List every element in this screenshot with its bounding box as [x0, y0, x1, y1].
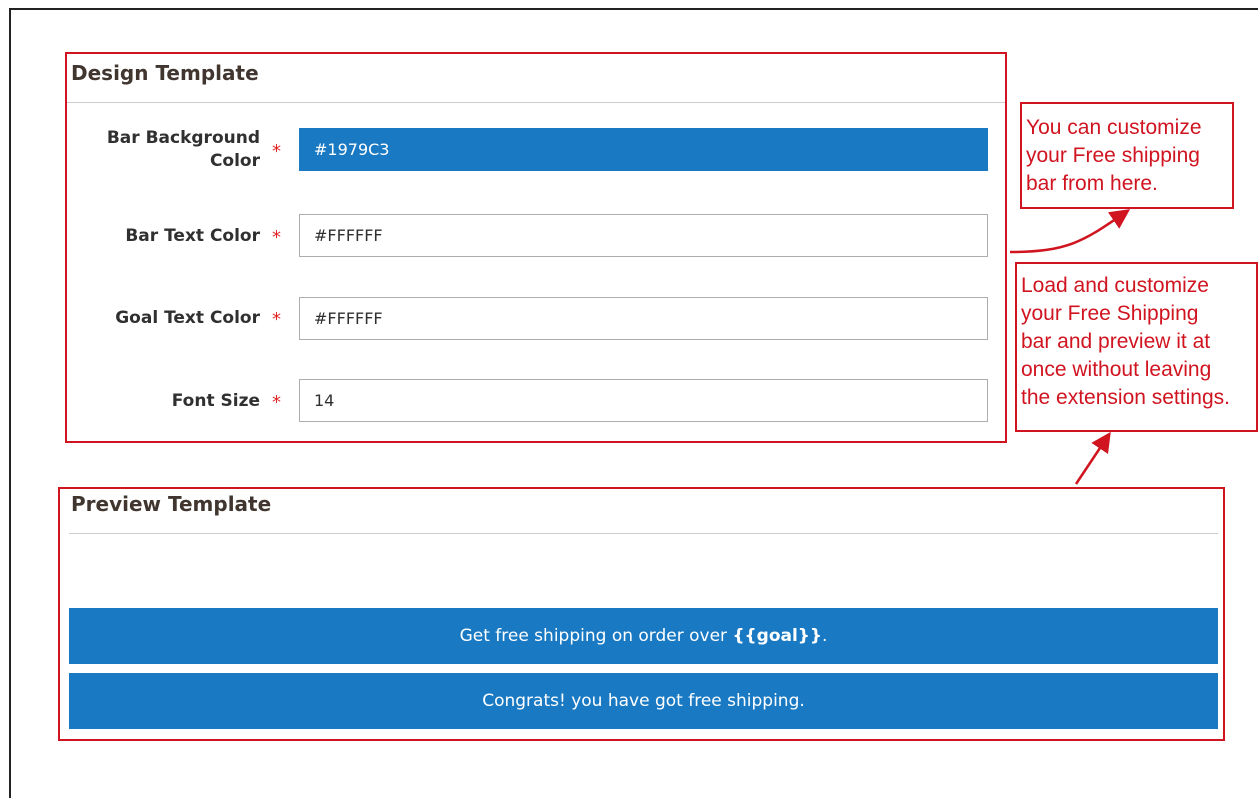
arrow-to-callout-preview: [1074, 431, 1111, 485]
annotation-arrows: [1009, 209, 1131, 485]
arrow-to-callout-customize: [1009, 209, 1131, 254]
